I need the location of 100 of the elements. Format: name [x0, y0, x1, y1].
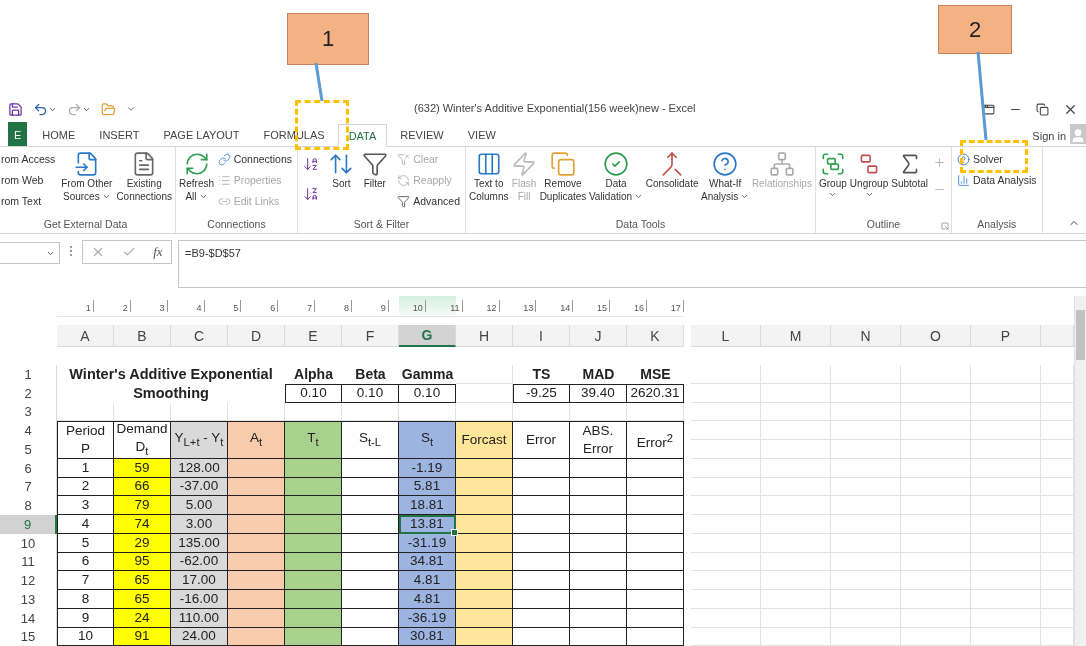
grid-cell[interactable]: [831, 533, 901, 553]
ribbon-button[interactable]: Subtotal: [891, 150, 928, 217]
grid-cell[interactable]: [691, 627, 761, 646]
grid-cell[interactable]: [691, 383, 761, 403]
ribbon-button[interactable]: Existing Connections: [116, 150, 172, 217]
name-box[interactable]: [0, 242, 60, 264]
ribbon-button[interactable]: Filter: [361, 150, 388, 217]
grid-cell[interactable]: [971, 571, 1041, 590]
grid-cell[interactable]: [971, 383, 1041, 403]
column-header[interactable]: N: [831, 325, 901, 347]
grid-cell[interactable]: [761, 552, 831, 572]
grid-cell[interactable]: [761, 458, 831, 478]
grid-cell[interactable]: [691, 590, 761, 609]
ribbon-tab[interactable]: DATA: [337, 124, 388, 147]
formula-field[interactable]: =B9-$D$57: [178, 240, 1086, 288]
grid-cell[interactable]: [901, 365, 971, 384]
column-header[interactable]: B: [114, 325, 171, 347]
column-header[interactable]: G: [399, 325, 456, 347]
grid-cell[interactable]: [901, 515, 971, 534]
grid-cell[interactable]: [831, 552, 901, 572]
grid-cell[interactable]: [971, 627, 1041, 646]
grid-cell[interactable]: [971, 402, 1041, 422]
ribbon-tab[interactable]: REVIEW: [389, 123, 455, 146]
grid-cell[interactable]: [831, 421, 901, 440]
grid-cell[interactable]: [761, 440, 831, 459]
grid-cell[interactable]: [761, 571, 831, 590]
grid-cell[interactable]: [691, 608, 761, 628]
grid-cell[interactable]: [901, 608, 971, 628]
grid-cell[interactable]: [901, 440, 971, 459]
column-header[interactable]: L: [691, 325, 761, 347]
ribbon-button[interactable]: Connections: [215, 150, 294, 169]
grid-cell[interactable]: [761, 477, 831, 497]
grid-cell[interactable]: [831, 496, 901, 515]
grid-cell[interactable]: [831, 627, 901, 646]
grid-cell[interactable]: [831, 608, 901, 628]
enter-icon[interactable]: [122, 245, 137, 259]
grid-cell[interactable]: [831, 515, 901, 534]
grid-cell[interactable]: [831, 402, 901, 422]
ribbon-tab[interactable]: PAGE LAYOUT: [152, 123, 251, 146]
ribbon-button[interactable]: Advanced: [395, 192, 462, 211]
grid-cell[interactable]: [901, 533, 971, 553]
grid-cell[interactable]: [901, 458, 971, 478]
scrollbar[interactable]: [1074, 296, 1086, 646]
ribbon-tab[interactable]: E: [8, 122, 28, 146]
grid-cell[interactable]: [691, 458, 761, 478]
folder-icon[interactable]: [101, 101, 116, 117]
grid-cell[interactable]: [971, 515, 1041, 534]
ribbon-button[interactable]: Data Validation: [588, 150, 644, 217]
grid-cell[interactable]: [691, 571, 761, 590]
ribbon-button[interactable]: Ungroup: [849, 150, 889, 217]
grid-cell[interactable]: [691, 533, 761, 553]
column-header[interactable]: C: [171, 325, 228, 347]
grid-cell[interactable]: [761, 608, 831, 628]
grid-cell[interactable]: [901, 571, 971, 590]
grid-cell[interactable]: [761, 627, 831, 646]
grid-cell[interactable]: [971, 365, 1041, 384]
grid-cell[interactable]: [691, 365, 761, 384]
column-header[interactable]: F: [342, 325, 399, 347]
save-icon[interactable]: [8, 101, 23, 117]
grid-cell[interactable]: [691, 477, 761, 497]
grid-cell[interactable]: [691, 402, 761, 422]
grid-cell[interactable]: [971, 552, 1041, 572]
row-header[interactable]: 9: [0, 515, 57, 534]
grid-cell[interactable]: [831, 440, 901, 459]
ribbon-button[interactable]: Group: [819, 150, 847, 217]
redo-icon[interactable]: [67, 101, 82, 117]
column-header[interactable]: H: [456, 325, 513, 347]
column-header[interactable]: M: [761, 325, 831, 347]
restore-icon[interactable]: [1036, 102, 1049, 116]
ribbon-tab[interactable]: INSERT: [88, 123, 151, 146]
grid-cell[interactable]: [901, 477, 971, 497]
grid-cell[interactable]: [831, 571, 901, 590]
grid-cell[interactable]: [456, 383, 513, 403]
grid-cell[interactable]: [971, 440, 1041, 459]
grid-cell[interactable]: [691, 552, 761, 572]
column-header[interactable]: I: [513, 325, 570, 347]
column-header[interactable]: J: [570, 325, 627, 347]
grid-cell[interactable]: [901, 402, 971, 422]
ribbon-tab[interactable]: HOME: [31, 123, 87, 146]
avatar-icon[interactable]: [1070, 124, 1086, 144]
ribbon-button[interactable]: What-If Analysis: [701, 150, 750, 217]
ribbon-options-icon[interactable]: [982, 102, 995, 116]
column-header[interactable]: K: [627, 325, 684, 347]
grid-cell[interactable]: [761, 421, 831, 440]
grid-cell[interactable]: [971, 458, 1041, 478]
column-header[interactable]: E: [285, 325, 342, 347]
ribbon-button[interactable]: Remove Duplicates: [539, 150, 587, 217]
grid-cell[interactable]: [971, 496, 1041, 515]
grid-cell[interactable]: [901, 627, 971, 646]
grid-cell[interactable]: [761, 590, 831, 609]
ribbon-button[interactable]: Consolidate: [645, 150, 699, 217]
ribbon-button[interactable]: Refresh All: [179, 150, 214, 217]
grid-cell[interactable]: [971, 477, 1041, 497]
grid-cell[interactable]: [901, 383, 971, 403]
grid-cell[interactable]: [456, 365, 513, 384]
grid-cell[interactable]: [831, 477, 901, 497]
customize-icon[interactable]: [126, 104, 136, 114]
undo-icon[interactable]: [33, 101, 48, 117]
grid-cell[interactable]: [971, 421, 1041, 440]
ribbon-button[interactable]: Solver: [955, 150, 1039, 169]
